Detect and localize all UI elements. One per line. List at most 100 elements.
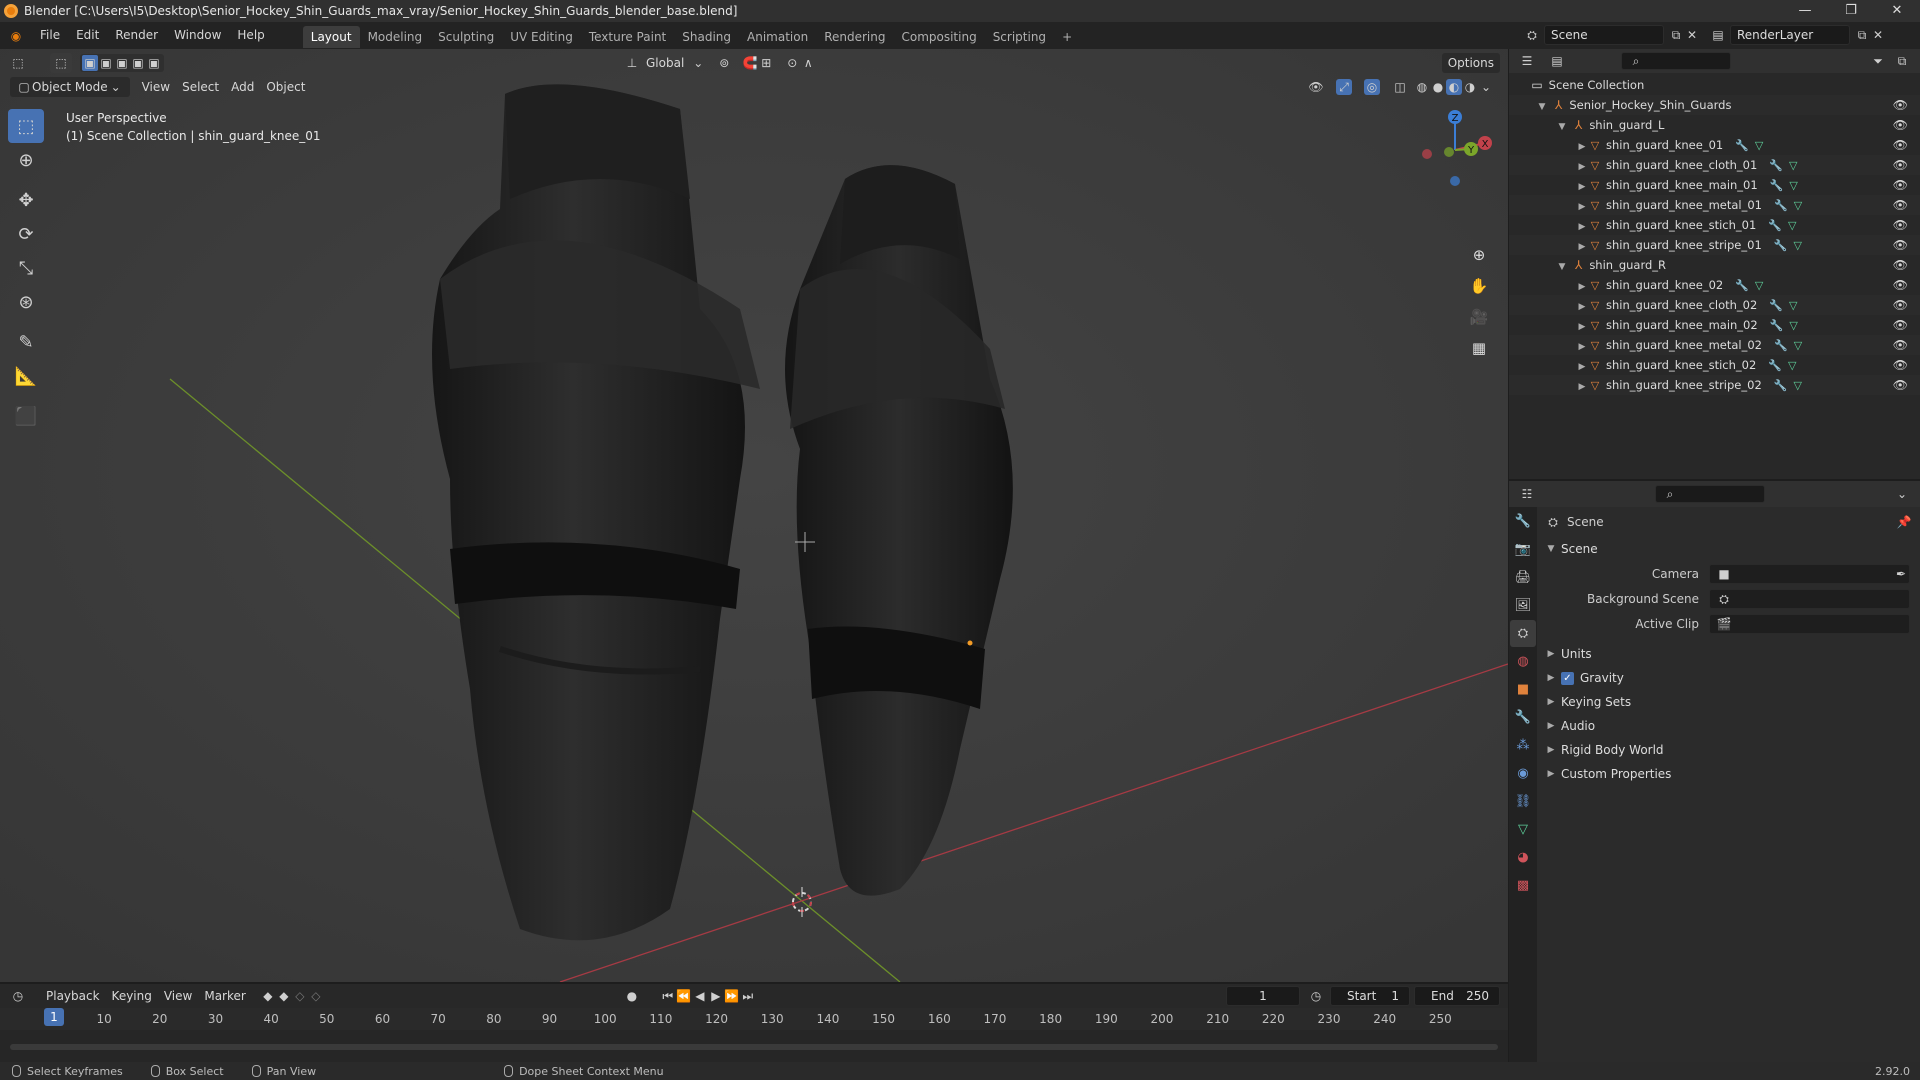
visibility-icon[interactable]: 👁 <box>1308 79 1324 95</box>
outliner-object-row[interactable]: ▶ ▽ shin_guard_knee_cloth_02 🔧 ▽ 👁 <box>1509 295 1920 315</box>
mesh-data-icon[interactable]: ▽ <box>1793 239 1801 252</box>
editor-type-icon[interactable]: ☷ <box>1519 486 1535 502</box>
expand-toggle-icon[interactable]: ▶ <box>1576 317 1588 337</box>
overlay-toggle-icon[interactable]: ◎ <box>1364 79 1380 95</box>
scene-tab-icon[interactable]: ⛭ <box>1510 620 1536 647</box>
group-row-right[interactable]: ▼ ⅄ shin_guard_R 👁 <box>1509 255 1920 275</box>
prev-keyframe-icon[interactable]: ⏪ <box>676 988 692 1004</box>
expand-toggle-icon[interactable]: ▼ <box>1556 257 1568 277</box>
modifier-icon[interactable]: 🔧 <box>1768 219 1782 232</box>
visibility-eye-icon[interactable]: 👁 <box>1893 155 1908 175</box>
visibility-eye-icon[interactable]: 👁 <box>1893 315 1908 335</box>
select-tool-icon[interactable]: ⬚ <box>50 53 72 73</box>
menu-playback[interactable]: Playback <box>40 986 106 1006</box>
play-reverse-icon[interactable]: ◀ <box>692 988 708 1004</box>
active-clip-field[interactable]: 🎬 <box>1709 613 1910 634</box>
visibility-eye-icon[interactable]: 👁 <box>1893 375 1908 395</box>
tab-layout[interactable]: Layout <box>302 25 360 48</box>
object-tab-icon[interactable]: ■ <box>1510 676 1536 703</box>
physics-tab-icon[interactable]: ◉ <box>1510 760 1536 787</box>
keyframe-auto-icon[interactable]: ◇ <box>308 988 324 1004</box>
material-tab-icon[interactable]: ◕ <box>1510 844 1536 871</box>
menu-marker[interactable]: Marker <box>198 986 251 1006</box>
move-tool-icon[interactable]: ✥ <box>8 183 44 217</box>
scene-field[interactable]: Scene <box>1544 25 1664 45</box>
mesh-data-icon[interactable]: ▽ <box>1789 319 1797 332</box>
output-tab-icon[interactable]: 🖨 <box>1510 564 1536 591</box>
data-tab-icon[interactable]: ▽ <box>1510 816 1536 843</box>
background-scene-field[interactable]: ⛭ <box>1709 588 1910 609</box>
gravity-checkbox[interactable]: ✓ <box>1561 671 1574 685</box>
expand-toggle-icon[interactable]: ▶ <box>1576 277 1588 297</box>
mesh-data-icon[interactable]: ▽ <box>1794 339 1802 352</box>
new-layer-icon[interactable]: ⧉ <box>1854 27 1870 43</box>
keyframe-delete-icon[interactable]: ◇ <box>292 988 308 1004</box>
modifier-icon[interactable]: 🔧 <box>1735 279 1749 292</box>
modifier-icon[interactable]: 🔧 <box>1768 359 1782 372</box>
visibility-eye-icon[interactable]: 👁 <box>1893 235 1908 255</box>
invert-selection-icon[interactable]: ▣ <box>130 55 146 71</box>
keyframe-insert-icon[interactable]: ◆ <box>276 988 292 1004</box>
outliner-object-row[interactable]: ▶ ▽ shin_guard_knee_stich_02 🔧 ▽ 👁 <box>1509 355 1920 375</box>
menu-view[interactable]: View <box>158 986 198 1006</box>
timeline-track-area[interactable] <box>0 1030 1508 1062</box>
jump-end-icon[interactable]: ⏭ <box>740 988 756 1004</box>
expand-toggle-icon[interactable]: ▼ <box>1556 117 1568 137</box>
visibility-eye-icon[interactable]: 👁 <box>1893 95 1908 115</box>
rigid-body-world-panel-header[interactable]: ▶ Rigid Body World <box>1537 738 1920 762</box>
outliner-object-row[interactable]: ▶ ▽ shin_guard_knee_metal_02 🔧 ▽ 👁 <box>1509 335 1920 355</box>
camera-view-icon[interactable]: 🎥 <box>1465 303 1493 331</box>
transform-orientation[interactable]: ⊥ Global ⌄ <box>624 53 706 73</box>
scene-panel-header[interactable]: ▼ Scene <box>1537 537 1920 561</box>
render-tab-icon[interactable]: 📷 <box>1510 536 1536 563</box>
rotate-tool-icon[interactable]: ⟳ <box>8 217 44 251</box>
outliner-object-row[interactable]: ▶ ▽ shin_guard_knee_main_01 🔧 ▽ 👁 <box>1509 175 1920 195</box>
proportional-edit-icon[interactable]: ⊙ <box>784 55 800 71</box>
falloff-icon[interactable]: ∧ <box>800 55 816 71</box>
tab-rendering[interactable]: Rendering <box>816 26 893 48</box>
mesh-data-icon[interactable]: ▽ <box>1789 159 1797 172</box>
options-button[interactable]: Options <box>1441 53 1500 73</box>
menu-window[interactable]: Window <box>166 22 229 49</box>
annotate-tool-icon[interactable]: ✎ <box>8 325 44 359</box>
cursor-tool-icon[interactable]: ⊕ <box>8 143 44 177</box>
scale-tool-icon[interactable]: ⤡ <box>8 251 44 285</box>
shading-options-icon[interactable]: ⌄ <box>1478 79 1494 95</box>
world-tab-icon[interactable]: ◍ <box>1510 648 1536 675</box>
snap-increment-icon[interactable]: ⊞ <box>758 55 774 71</box>
visibility-eye-icon[interactable]: 👁 <box>1893 195 1908 215</box>
menu-add[interactable]: Add <box>225 77 260 97</box>
expand-toggle-icon[interactable]: ▶ <box>1576 297 1588 317</box>
modifier-tab-icon[interactable]: 🔧 <box>1510 704 1536 731</box>
axis-gizmo[interactable]: Z X Y <box>1405 105 1505 205</box>
3d-viewport[interactable]: ⬚ ⬚ ▣ ▣ ▣ ▣ ▣ ⊥ Global ⌄ ⊚ 🧲 ⊞ ⊙ ∧ Optio… <box>0 49 1508 982</box>
editor-type-icon[interactable]: ☰ <box>1519 53 1535 69</box>
set-selection-icon[interactable]: ▣ <box>82 55 98 71</box>
options-chevron-icon[interactable]: ⌄ <box>1894 486 1910 502</box>
visibility-eye-icon[interactable]: 👁 <box>1893 175 1908 195</box>
modifier-icon[interactable]: 🔧 <box>1774 339 1788 352</box>
outliner-object-row[interactable]: ▶ ▽ shin_guard_knee_02 🔧 ▽ 👁 <box>1509 275 1920 295</box>
display-mode-icon[interactable]: ▤ <box>1549 53 1565 69</box>
pan-hand-icon[interactable]: ✋ <box>1465 272 1493 300</box>
view-layer-tab-icon[interactable]: 🖼 <box>1510 592 1536 619</box>
modifier-icon[interactable]: 🔧 <box>1770 179 1784 192</box>
add-workspace-button[interactable]: + <box>1054 26 1080 48</box>
frame-cursor[interactable]: 1 <box>44 1008 64 1026</box>
xray-icon[interactable]: ◫ <box>1392 79 1408 95</box>
outliner-object-row[interactable]: ▶ ▽ shin_guard_knee_cloth_01 🔧 ▽ 👁 <box>1509 155 1920 175</box>
expand-toggle-icon[interactable]: ▶ <box>1576 237 1588 257</box>
transform-tool-icon[interactable]: ⊛ <box>8 285 44 319</box>
ortho-grid-icon[interactable]: ▦ <box>1465 334 1493 362</box>
visibility-eye-icon[interactable]: 👁 <box>1893 255 1908 275</box>
render-layer-field[interactable]: RenderLayer <box>1730 25 1850 45</box>
start-frame-field[interactable]: Start 1 <box>1330 986 1410 1006</box>
snap-icon[interactable]: 🧲 <box>742 55 758 71</box>
menu-object[interactable]: Object <box>260 77 311 97</box>
modifier-icon[interactable]: 🔧 <box>1769 299 1783 312</box>
scene-collection-row[interactable]: ▭ Scene Collection <box>1509 75 1920 95</box>
minimize-button[interactable]: — <box>1782 0 1828 22</box>
tab-modeling[interactable]: Modeling <box>360 26 431 48</box>
filter-icon[interactable]: ⏷ <box>1870 53 1886 69</box>
pivot-point-icon[interactable]: ⊚ <box>716 55 732 71</box>
